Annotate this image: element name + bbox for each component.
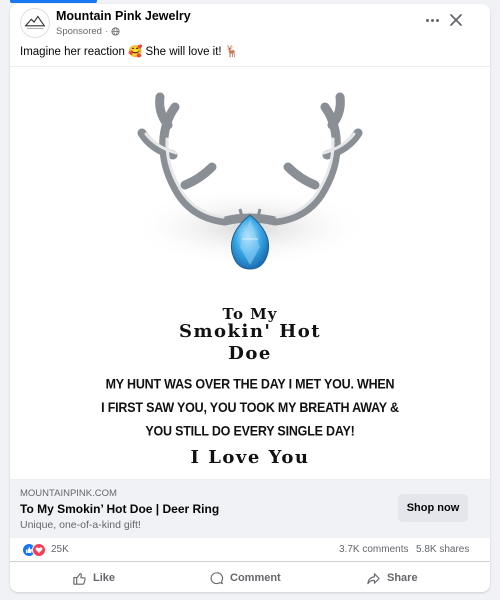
sponsored-label: Sponsored · bbox=[56, 26, 120, 37]
link-domain: MOUNTAINPINK.COM bbox=[20, 488, 117, 499]
deer-antler-ring-image bbox=[130, 92, 370, 270]
ad-image[interactable]: To My Smokin' Hot Doe MY HUNT WAS OVER T… bbox=[10, 66, 490, 480]
love-reaction-icon bbox=[32, 543, 46, 557]
reaction-count[interactable]: 25K bbox=[51, 544, 69, 555]
like-label: Like bbox=[93, 572, 116, 584]
sponsored-text[interactable]: Sponsored bbox=[56, 26, 102, 37]
share-arrow-icon bbox=[367, 572, 380, 584]
page-name-link[interactable]: Mountain Pink Jewelry bbox=[56, 9, 191, 23]
ad-poem-line: I FIRST SAW YOU, YOU TOOK MY BREATH AWAY… bbox=[101, 399, 399, 416]
ad-poem: MY HUNT WAS OVER THE DAY I MET YOU. WHEN… bbox=[10, 373, 490, 444]
ad-text-i-love-you: I Love You bbox=[190, 447, 310, 468]
globe-icon bbox=[111, 27, 120, 36]
reactions-bar: 25K 3.7K comments 5.8K shares bbox=[10, 538, 490, 562]
comment-bubble-icon bbox=[210, 571, 224, 584]
thumbs-up-icon bbox=[73, 572, 86, 585]
link-headline[interactable]: To My Smokin’ Hot Doe | Deer Ring bbox=[20, 502, 219, 516]
comment-button[interactable]: Comment bbox=[209, 566, 281, 590]
post-actions: Like Comment Share bbox=[10, 564, 490, 592]
shares-count[interactable]: 5.8K shares bbox=[416, 544, 469, 555]
close-icon[interactable] bbox=[446, 10, 466, 30]
post-caption: Imagine her reaction 🥰 She will love it!… bbox=[20, 46, 240, 58]
ad-text-line-3: Doe bbox=[228, 343, 272, 364]
sponsored-post-card: Mountain Pink Jewelry Sponsored · Imagin… bbox=[10, 4, 490, 592]
like-button[interactable]: Like bbox=[72, 566, 115, 590]
ad-poem-line: YOU STILL DO EVERY SINGLE DAY! bbox=[145, 423, 355, 440]
ad-poem-line: MY HUNT WAS OVER THE DAY I MET YOU. WHEN bbox=[105, 376, 395, 393]
active-tab-indicator bbox=[10, 0, 97, 3]
shop-now-button[interactable]: Shop now bbox=[398, 494, 468, 522]
separator-dot: · bbox=[104, 27, 108, 36]
link-description: Unique, one-of-a-kind gift! bbox=[20, 519, 141, 531]
comment-label: Comment bbox=[230, 572, 281, 584]
mountain-logo-icon bbox=[24, 15, 46, 29]
ad-text-line-2: Smokin' Hot bbox=[178, 321, 322, 342]
page-avatar[interactable] bbox=[20, 8, 50, 38]
comments-count[interactable]: 3.7K comments bbox=[339, 544, 408, 555]
more-options-icon[interactable] bbox=[422, 12, 442, 28]
share-button[interactable]: Share bbox=[366, 566, 418, 590]
share-label: Share bbox=[387, 572, 418, 584]
link-preview[interactable]: MOUNTAINPINK.COM To My Smokin’ Hot Doe |… bbox=[10, 480, 490, 538]
reaction-icons[interactable] bbox=[22, 543, 48, 557]
post-header: Mountain Pink Jewelry Sponsored · bbox=[10, 4, 490, 40]
